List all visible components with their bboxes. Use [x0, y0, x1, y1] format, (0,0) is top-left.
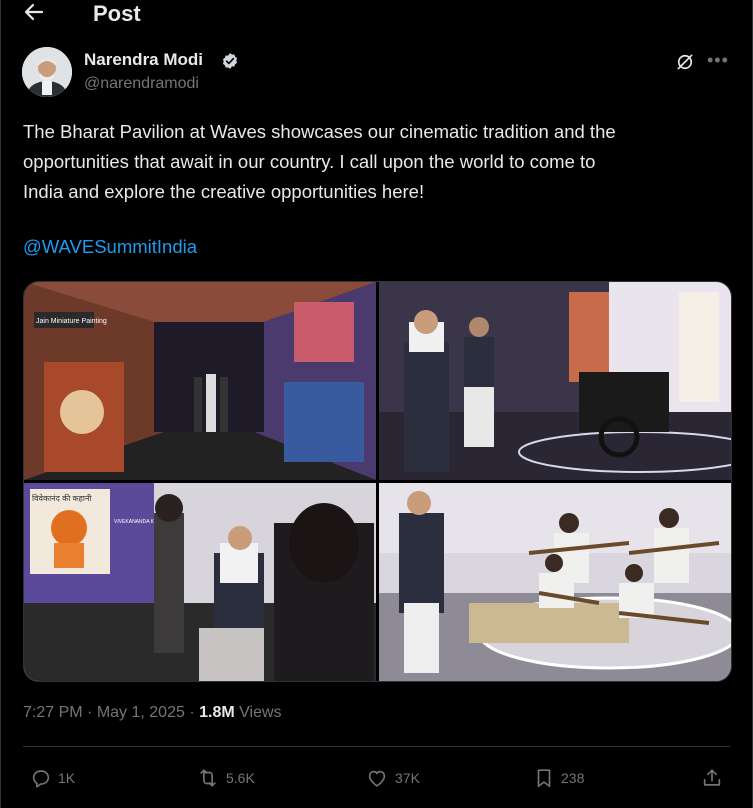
- arrow-left-icon: [24, 3, 44, 21]
- author-handle[interactable]: @narendramodi: [84, 75, 199, 93]
- post-text: The Bharat Pavilion at Waves showcases o…: [23, 121, 616, 202]
- like-button[interactable]: 37K: [365, 764, 420, 792]
- post-image-4[interactable]: [379, 483, 731, 681]
- page-header: Post: [0, 0, 753, 30]
- reply-count: 1K: [58, 770, 76, 786]
- like-count: 37K: [395, 770, 420, 786]
- mention-link[interactable]: @WAVESummitIndia: [23, 236, 197, 258]
- bookmark-icon: [537, 769, 551, 788]
- divider: [23, 746, 730, 747]
- verified-badge-icon: [222, 53, 238, 69]
- repost-count: 5.6K: [226, 770, 255, 786]
- grok-icon[interactable]: [675, 52, 695, 72]
- bookmark-count: 238: [561, 770, 585, 786]
- more-options-icon[interactable]: •••: [707, 50, 729, 71]
- repost-button[interactable]: 5.6K: [196, 764, 255, 792]
- page-title: Post: [93, 1, 141, 26]
- post-image-3[interactable]: विवेकानंद की कहानी VIVEKANANDA KI KAHANI: [24, 483, 376, 681]
- media-grid: Jain Miniature Painting विवेकानंद की कहा…: [23, 281, 732, 682]
- share-button[interactable]: [701, 764, 729, 792]
- panel1-sign-text: Jain Miniature Painting: [36, 318, 107, 325]
- author-name[interactable]: Narendra Modi: [84, 50, 203, 70]
- post-date[interactable]: May 1, 2025: [97, 704, 185, 721]
- reply-icon: [32, 770, 50, 788]
- avatar[interactable]: [22, 47, 72, 97]
- views-label: Views: [239, 704, 282, 721]
- views-count: 1.8M: [199, 704, 235, 721]
- back-button[interactable]: [22, 0, 50, 28]
- heart-icon: [368, 770, 386, 787]
- post-image-1[interactable]: Jain Miniature Painting: [24, 282, 376, 480]
- frame-border-left: [0, 0, 1, 808]
- post-time[interactable]: 7:27 PM: [23, 704, 83, 721]
- post-meta: 7:27 PM · May 1, 2025 · 1.8M Views: [23, 704, 282, 721]
- bookmark-button[interactable]: 238: [533, 764, 584, 792]
- reply-button[interactable]: 1K: [30, 764, 75, 792]
- repost-icon: [200, 769, 216, 787]
- share-icon: [703, 769, 721, 786]
- panel3-title-text: विवेकानंद की कहानी: [32, 493, 92, 503]
- post-image-2[interactable]: [379, 282, 731, 480]
